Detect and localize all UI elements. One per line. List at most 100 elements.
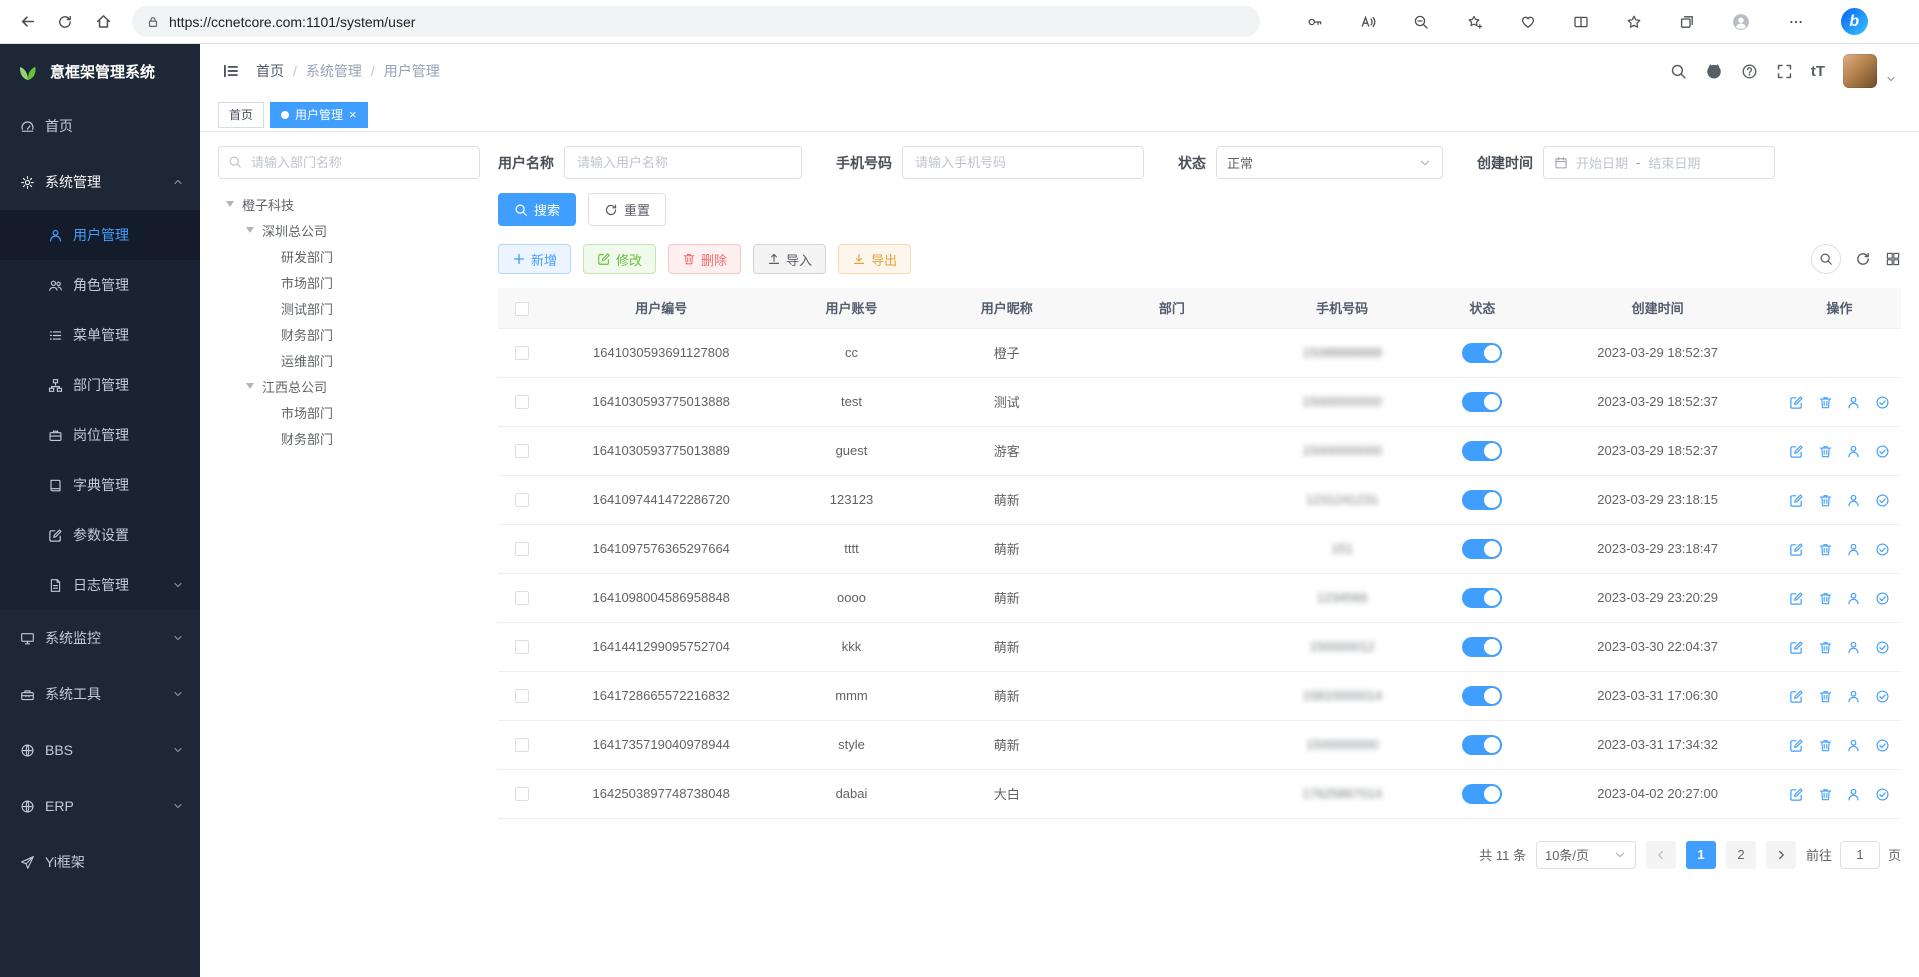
breadcrumb-system[interactable]: 系统管理 (306, 61, 362, 81)
copilot-icon[interactable]: b (1841, 8, 1868, 35)
browser-essentials-icon[interactable] (1520, 14, 1536, 30)
add-favorite-icon[interactable] (1467, 14, 1483, 30)
assign-role-icon[interactable] (1875, 542, 1890, 557)
tree-node[interactable]: 测试部门 (218, 295, 480, 321)
delete-row-icon[interactable] (1818, 640, 1833, 655)
add-button[interactable]: 新增 (498, 244, 571, 274)
edit-row-icon[interactable] (1789, 444, 1804, 459)
browser-home-button[interactable] (86, 5, 120, 39)
status-toggle[interactable] (1462, 686, 1502, 706)
next-page-button[interactable] (1766, 841, 1796, 869)
assign-role-icon[interactable] (1875, 395, 1890, 410)
row-checkbox[interactable] (515, 591, 529, 605)
sidebar-item-post-mgmt[interactable]: 岗位管理 (0, 410, 200, 460)
tree-node[interactable]: 市场部门 (218, 269, 480, 295)
more-icon[interactable] (1788, 14, 1804, 30)
sidebar-item-dept-mgmt[interactable]: 部门管理 (0, 360, 200, 410)
edit-row-icon[interactable] (1789, 787, 1804, 802)
toggle-search-button[interactable] (1811, 244, 1841, 274)
delete-row-icon[interactable] (1818, 787, 1833, 802)
assign-role-icon[interactable] (1875, 738, 1890, 753)
goto-page-input[interactable] (1840, 841, 1880, 869)
tree-node[interactable]: 财务部门 (218, 425, 480, 451)
fullscreen-icon[interactable] (1776, 63, 1793, 80)
read-aloud-icon[interactable] (1360, 14, 1376, 30)
sidebar-toggle-button[interactable] (222, 62, 240, 80)
dept-search-input[interactable] (218, 146, 480, 179)
sidebar-item-bbs[interactable]: BBS (0, 722, 200, 778)
status-toggle[interactable] (1462, 343, 1502, 363)
status-toggle[interactable] (1462, 588, 1502, 608)
import-button[interactable]: 导入 (753, 244, 826, 274)
collections-icon[interactable] (1679, 14, 1695, 30)
chevron-down-icon[interactable] (1885, 73, 1897, 85)
breadcrumb-home[interactable]: 首页 (256, 61, 284, 81)
github-icon[interactable] (1705, 62, 1723, 80)
sidebar-item-erp[interactable]: ERP (0, 778, 200, 834)
status-toggle[interactable] (1462, 539, 1502, 559)
status-toggle[interactable] (1462, 441, 1502, 461)
page-button-2[interactable]: 2 (1726, 841, 1756, 869)
username-input[interactable] (564, 146, 802, 179)
search-icon[interactable] (1670, 63, 1687, 80)
status-toggle[interactable] (1462, 735, 1502, 755)
tree-caret-icon[interactable] (246, 227, 254, 233)
status-toggle[interactable] (1462, 392, 1502, 412)
sidebar-item-menu-mgmt[interactable]: 菜单管理 (0, 310, 200, 360)
export-button[interactable]: 导出 (838, 244, 911, 274)
reset-password-icon[interactable] (1846, 591, 1861, 606)
reset-password-icon[interactable] (1846, 395, 1861, 410)
row-checkbox[interactable] (515, 444, 529, 458)
edit-row-icon[interactable] (1789, 640, 1804, 655)
sidebar-item-yi-framework[interactable]: Yi框架 (0, 834, 200, 890)
delete-row-icon[interactable] (1818, 542, 1833, 557)
delete-row-icon[interactable] (1818, 444, 1833, 459)
delete-row-icon[interactable] (1818, 689, 1833, 704)
back-button[interactable] (10, 5, 44, 39)
sidebar-item-log-mgmt[interactable]: 日志管理 (0, 560, 200, 610)
font-size-icon[interactable]: tT (1811, 63, 1825, 80)
reset-password-icon[interactable] (1846, 493, 1861, 508)
split-screen-icon[interactable] (1573, 14, 1589, 30)
tree-node[interactable]: 橙子科技 (218, 191, 480, 217)
user-avatar[interactable] (1843, 54, 1877, 88)
select-all-checkbox[interactable] (515, 302, 529, 316)
reset-password-icon[interactable] (1846, 542, 1861, 557)
tab-user-mgmt[interactable]: 用户管理 × (270, 102, 368, 128)
reset-button[interactable]: 重置 (588, 193, 666, 226)
assign-role-icon[interactable] (1875, 640, 1890, 655)
delete-row-icon[interactable] (1818, 395, 1833, 410)
columns-button[interactable] (1885, 251, 1901, 267)
status-toggle[interactable] (1462, 637, 1502, 657)
status-toggle[interactable] (1462, 490, 1502, 510)
row-checkbox[interactable] (515, 542, 529, 556)
help-icon[interactable] (1741, 63, 1758, 80)
sidebar-item-system-tools[interactable]: 系统工具 (0, 666, 200, 722)
edit-row-icon[interactable] (1789, 738, 1804, 753)
sidebar-item-system-mgmt[interactable]: 系统管理 (0, 154, 200, 210)
delete-row-icon[interactable] (1818, 591, 1833, 606)
sidebar-item-system-monitor[interactable]: 系统监控 (0, 610, 200, 666)
sidebar-item-role-mgmt[interactable]: 角色管理 (0, 260, 200, 310)
search-button[interactable]: 搜索 (498, 193, 576, 226)
delete-row-icon[interactable] (1818, 493, 1833, 508)
tree-node[interactable]: 研发部门 (218, 243, 480, 269)
reset-password-icon[interactable] (1846, 444, 1861, 459)
phone-input[interactable] (902, 146, 1144, 179)
sidebar-item-dict-mgmt[interactable]: 字典管理 (0, 460, 200, 510)
row-checkbox[interactable] (515, 493, 529, 507)
tree-node[interactable]: 运维部门 (218, 347, 480, 373)
favorites-icon[interactable] (1626, 14, 1642, 30)
tree-node[interactable]: 财务部门 (218, 321, 480, 347)
row-checkbox[interactable] (515, 787, 529, 801)
edit-row-icon[interactable] (1789, 591, 1804, 606)
date-range-picker[interactable]: 开始日期 - 结束日期 (1543, 146, 1775, 179)
row-checkbox[interactable] (515, 395, 529, 409)
page-button-1[interactable]: 1 (1686, 841, 1716, 869)
edit-row-icon[interactable] (1789, 542, 1804, 557)
reset-password-icon[interactable] (1846, 640, 1861, 655)
page-size-select[interactable]: 10条/页 (1536, 841, 1636, 869)
tree-caret-icon[interactable] (246, 383, 254, 389)
reset-password-icon[interactable] (1846, 689, 1861, 704)
prev-page-button[interactable] (1646, 841, 1676, 869)
